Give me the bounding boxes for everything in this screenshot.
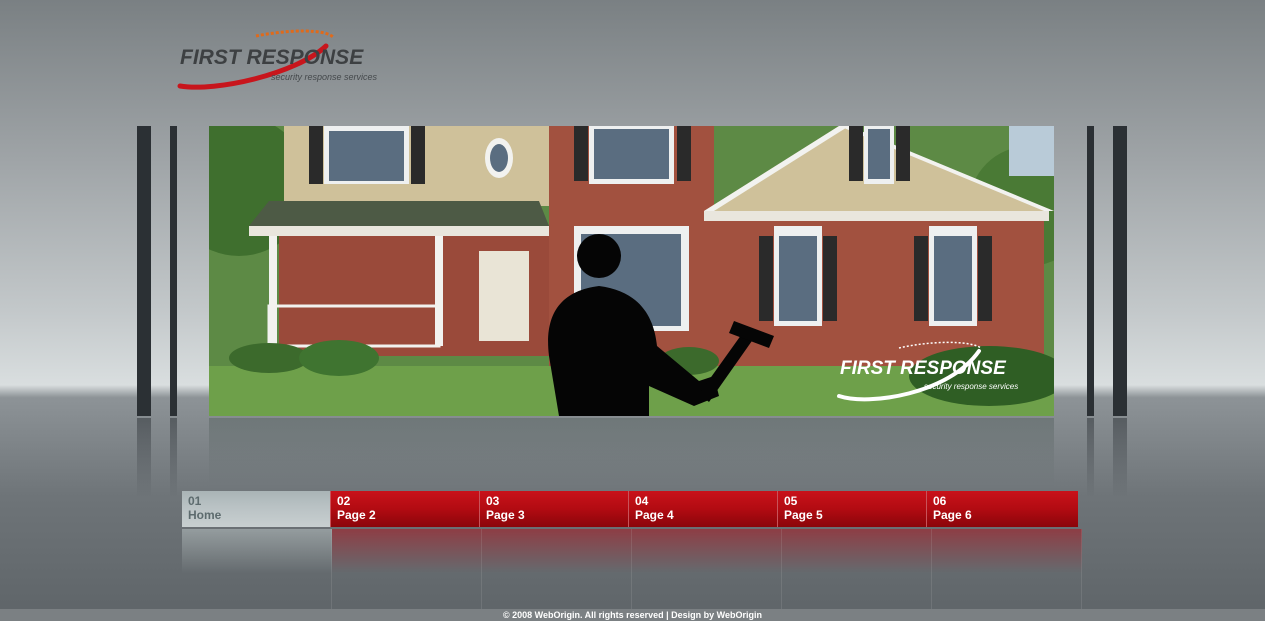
pillar-left-inner	[170, 126, 177, 416]
pillar-right-inner	[1087, 126, 1094, 416]
nav-item-page-5[interactable]: 05 Page 5	[778, 491, 927, 527]
pillar-right-outer	[1113, 126, 1127, 416]
pillar-left-outer	[137, 126, 151, 416]
nav-item-number: 05	[784, 494, 798, 508]
nav-item-label: Page 6	[933, 508, 972, 522]
nav-item-label: Page 5	[784, 508, 823, 522]
nav-reflection-cell	[332, 529, 482, 609]
nav-reflection-cell	[182, 529, 332, 609]
logo-title: FIRST RESPONSE	[180, 46, 364, 69]
nav-item-label: Page 3	[486, 508, 525, 522]
nav-item-label: Home	[188, 508, 222, 522]
pillar-reflection	[137, 418, 151, 498]
pillar-reflection	[170, 418, 177, 498]
pillar-reflection	[1087, 418, 1094, 498]
nav-item-page-2[interactable]: 02 Page 2	[331, 491, 480, 527]
pillar-reflection	[1113, 418, 1127, 498]
nav-item-number: 04	[635, 494, 649, 508]
nav-item-label: Page 2	[337, 508, 376, 522]
nav-item-page-4[interactable]: 04 Page 4	[629, 491, 778, 527]
nav-item-number: 06	[933, 494, 947, 508]
hero-banner: FIRST RESPONSE security response service…	[209, 126, 1054, 416]
nav-reflection-cell	[782, 529, 932, 609]
nav-item-page-6[interactable]: 06 Page 6	[927, 491, 1078, 527]
banner-logo-title: FIRST RESPONSE	[840, 358, 1006, 379]
banner-logo-tagline: security response services	[924, 382, 1019, 391]
nav-reflection-cell	[632, 529, 782, 609]
nav-reflection-cell	[482, 529, 632, 609]
banner-reflection	[209, 418, 1054, 488]
nav-item-home[interactable]: 01 Home	[182, 491, 331, 527]
main-navigation: 01 Home 02 Page 2 03 Page 3 04 Page 4 05…	[182, 491, 1082, 527]
nav-item-page-3[interactable]: 03 Page 3	[480, 491, 629, 527]
nav-reflection-cell	[932, 529, 1082, 609]
nav-item-number: 01	[188, 494, 202, 508]
logo-tagline: security response services	[271, 72, 378, 82]
nav-item-number: 03	[486, 494, 500, 508]
nav-item-label: Page 4	[635, 508, 674, 522]
nav-reflection	[182, 529, 1082, 609]
footer-copyright: © 2008 WebOrigin. All rights reserved | …	[0, 609, 1265, 621]
site-logo[interactable]: FIRST RESPONSE security response service…	[176, 26, 396, 96]
nav-item-number: 02	[337, 494, 351, 508]
